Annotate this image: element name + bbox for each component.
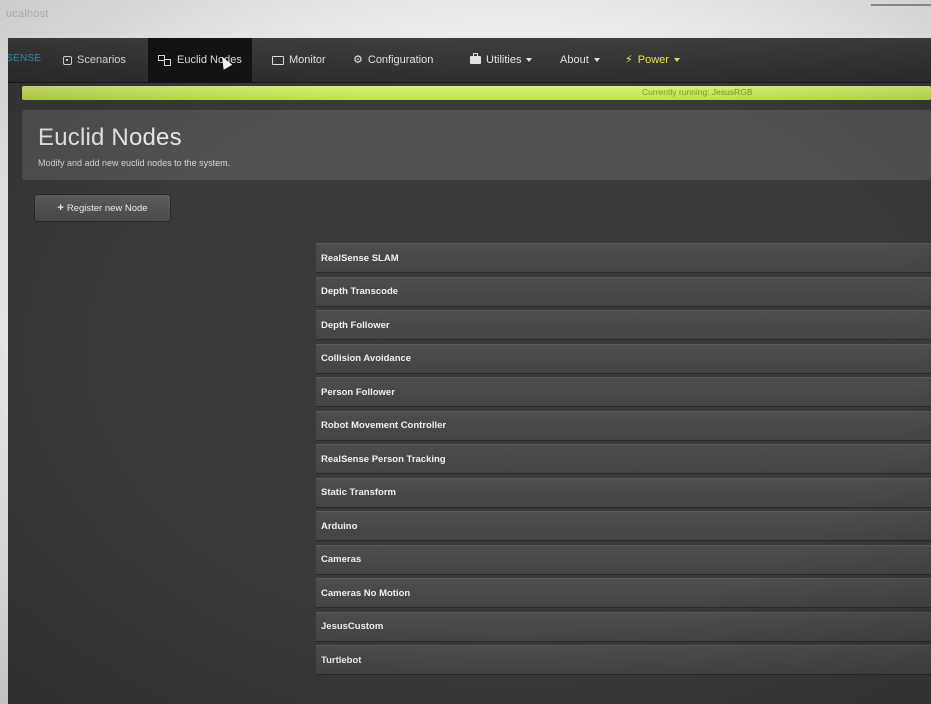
node-item-jesuscustom[interactable]: JesusCustom (316, 611, 931, 642)
monitor-bezel (871, 4, 931, 6)
node-label: Collision Avoidance (321, 353, 412, 364)
nav-scenarios[interactable]: Scenarios (53, 38, 136, 82)
node-item-depth-transcode[interactable]: Depth Transcode (316, 276, 931, 307)
chevron-down-icon (526, 58, 533, 62)
node-item-depth-follower[interactable]: Depth Follower (316, 310, 931, 340)
chevron-down-icon (593, 58, 600, 62)
node-label: Cameras No Motion (321, 587, 411, 599)
node-label: Depth Transcode (321, 286, 399, 297)
nav-scenarios-label: Scenarios (77, 54, 126, 66)
node-item-realsense-slam[interactable]: RealSense SLAM (316, 243, 931, 273)
node-label: Static Transform (321, 487, 396, 498)
cogs-icon: ⚙ (353, 53, 363, 66)
nav-configuration-label: Configuration (367, 54, 434, 66)
node-list: RealSense SLAM Depth Transcode Depth Fol… (316, 243, 931, 679)
node-item-person-follower[interactable]: Person Follower (316, 377, 931, 407)
photo-frame: ucalhost SENSE Scenarios Euclid Nodes Mo… (0, 0, 931, 704)
bolt-icon: ⚡ (625, 53, 633, 66)
browser-tab-label: ucalhost (6, 8, 49, 20)
node-item-robot-movement-controller[interactable]: Robot Movement Controller (316, 410, 931, 441)
register-node-button[interactable]: + Register new Node (34, 194, 171, 222)
page-header: Euclid Nodes Modify and add new euclid n… (22, 110, 931, 180)
nav-power[interactable]: ⚡ Power (615, 38, 690, 82)
register-node-label: Register new Node (66, 202, 148, 214)
node-label: RealSense SLAM (321, 252, 399, 264)
briefcase-icon (470, 53, 481, 64)
node-label: Cameras (321, 554, 362, 565)
nav-utilities-label: Utilities (486, 54, 522, 66)
status-text: Currently running: JesusRGB (642, 87, 753, 97)
node-label: Person Follower (321, 386, 395, 398)
nodes-icon (158, 54, 172, 66)
nav-monitor-label: Monitor (289, 54, 326, 66)
nav-about-label: About (560, 54, 589, 66)
top-navbar: SENSE Scenarios Euclid Nodes Monitor ⚙ C… (8, 38, 931, 83)
page-title: Euclid Nodes (38, 124, 182, 151)
app-screen: SENSE Scenarios Euclid Nodes Monitor ⚙ C… (8, 38, 931, 704)
nav-monitor[interactable]: Monitor (262, 38, 336, 82)
node-item-realsense-person-tracking[interactable]: RealSense Person Tracking (316, 444, 931, 474)
node-label: JesusCustom (321, 621, 384, 632)
nav-utilities[interactable]: Utilities (460, 38, 542, 82)
page-subtitle: Modify and add new euclid nodes to the s… (38, 158, 231, 168)
nav-about[interactable]: About (550, 38, 610, 82)
node-item-arduino[interactable]: Arduino (316, 511, 931, 541)
status-bar: Currently running: JesusRGB (22, 86, 931, 100)
nav-configuration[interactable]: ⚙ Configuration (343, 38, 443, 82)
node-item-collision-avoidance[interactable]: Collision Avoidance (316, 343, 931, 374)
node-label: Arduino (321, 520, 358, 532)
node-label: RealSense Person Tracking (321, 453, 446, 465)
brand-logo[interactable]: SENSE (8, 53, 41, 64)
chevron-down-icon (673, 58, 680, 62)
node-label: Robot Movement Controller (321, 420, 447, 431)
node-item-static-transform[interactable]: Static Transform (316, 477, 931, 508)
node-item-cameras-no-motion[interactable]: Cameras No Motion (316, 578, 931, 608)
nav-euclid-nodes[interactable]: Euclid Nodes (148, 38, 252, 82)
node-label: Depth Follower (321, 319, 390, 331)
node-label: Turtlebot (321, 654, 362, 666)
node-item-cameras[interactable]: Cameras (316, 544, 931, 575)
scenarios-icon (63, 55, 72, 65)
monitor-icon (272, 55, 284, 65)
plus-icon: + (57, 202, 64, 214)
nav-power-label: Power (637, 54, 669, 66)
node-item-turtlebot[interactable]: Turtlebot (316, 645, 931, 675)
